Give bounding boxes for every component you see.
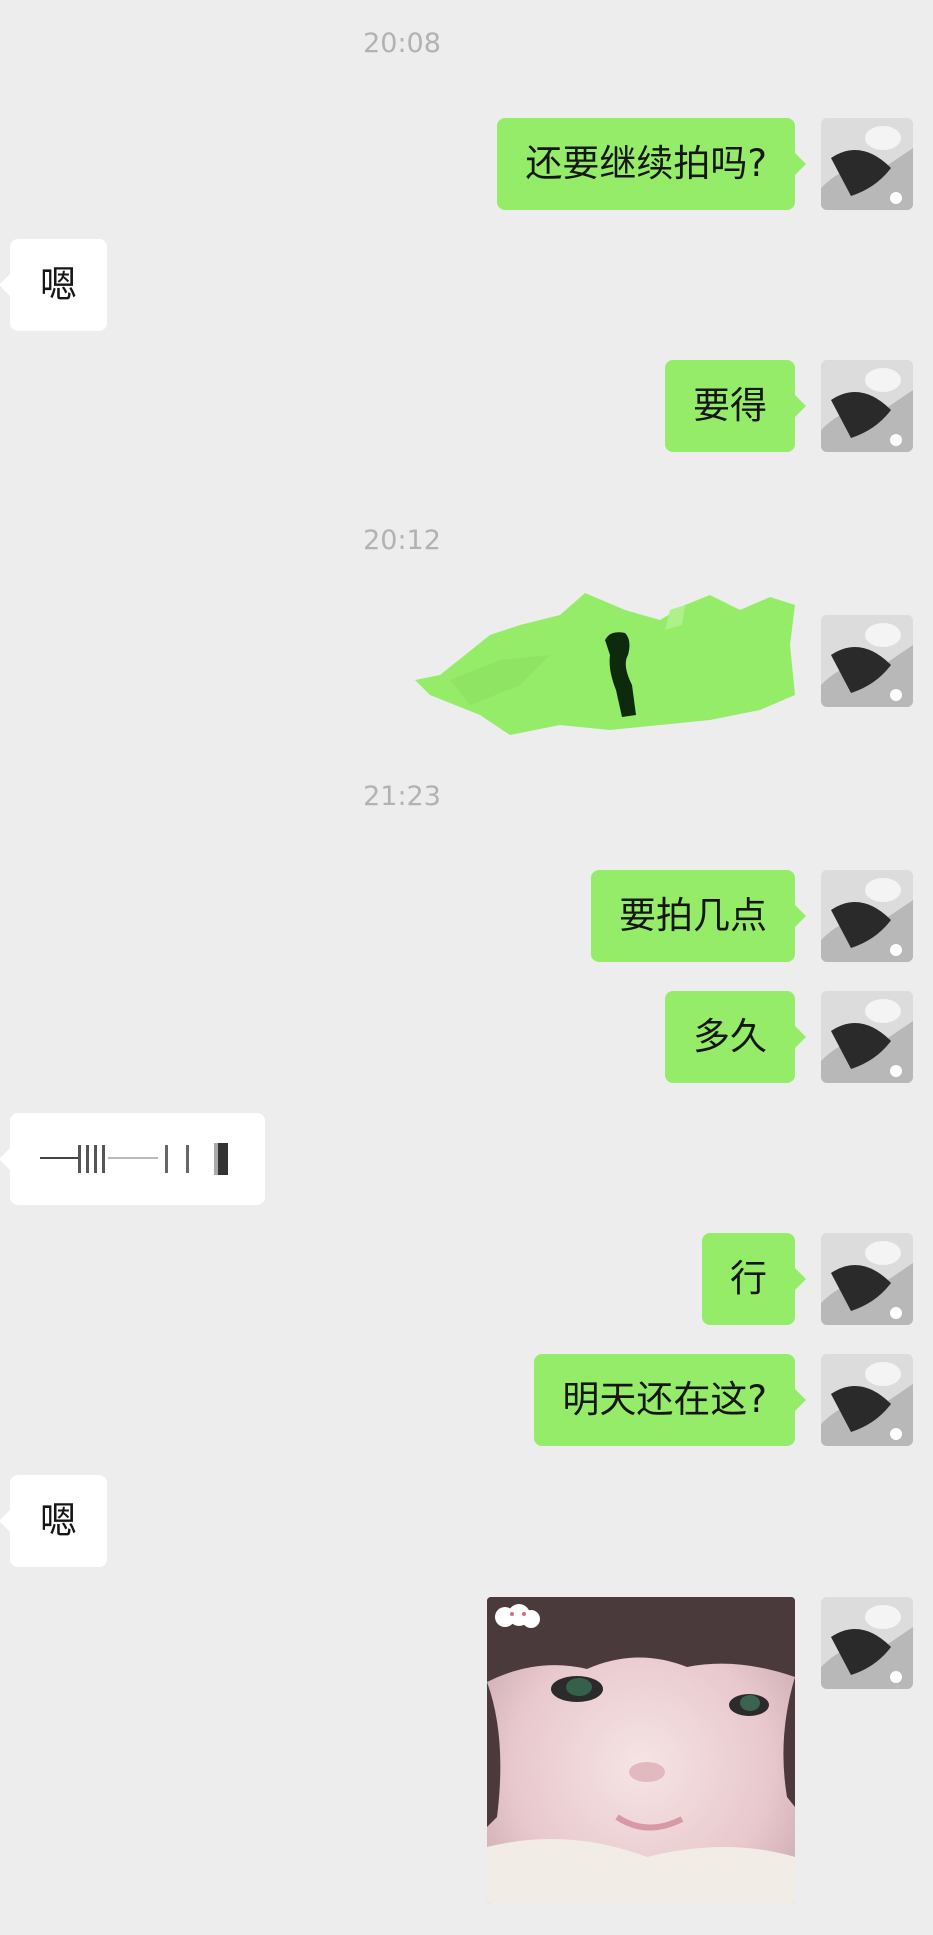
- avatar-icon: [821, 360, 913, 452]
- my-message-bubble[interactable]: 还要继续拍吗?: [497, 118, 806, 210]
- my-avatar[interactable]: [821, 615, 913, 707]
- timestamp: 20:08: [363, 28, 441, 59]
- my-avatar[interactable]: [821, 360, 913, 452]
- baby-face-photo-icon: [487, 1597, 795, 1904]
- my-avatar[interactable]: [821, 870, 913, 962]
- my-message-bubble[interactable]: 要拍几点: [591, 870, 806, 962]
- my-message-bubble[interactable]: 多久: [665, 991, 806, 1083]
- avatar-icon: [821, 991, 913, 1083]
- their-message-bubble[interactable]: 嗯: [0, 1475, 107, 1567]
- my-avatar[interactable]: [821, 1597, 913, 1689]
- my-message-bubble[interactable]: 明天还在这?: [534, 1354, 806, 1446]
- timestamp: 20:12: [363, 525, 441, 556]
- their-message-bubble[interactable]: 嗯: [0, 239, 107, 331]
- their-voice-message-bubble[interactable]: [0, 1113, 265, 1205]
- my-avatar[interactable]: [821, 118, 913, 210]
- my-message-bubble[interactable]: 行: [702, 1233, 806, 1325]
- avatar-icon: [821, 1233, 913, 1325]
- voice-waveform-icon: [40, 1143, 228, 1175]
- redaction-scribble-icon: [415, 593, 795, 735]
- avatar-icon: [821, 118, 913, 210]
- my-avatar[interactable]: [821, 991, 913, 1083]
- sent-image[interactable]: [487, 1597, 795, 1904]
- chat-window: 20:08 还要继续拍吗? 嗯 要得 20:12 21:23 要拍几点 多久 行…: [0, 0, 933, 1935]
- timestamp: 21:23: [363, 781, 441, 812]
- avatar-icon: [821, 870, 913, 962]
- my-message-bubble[interactable]: 要得: [665, 360, 806, 452]
- avatar-icon: [821, 1354, 913, 1446]
- avatar-icon: [821, 615, 913, 707]
- my-avatar[interactable]: [821, 1354, 913, 1446]
- avatar-icon: [821, 1597, 913, 1689]
- my-avatar[interactable]: [821, 1233, 913, 1325]
